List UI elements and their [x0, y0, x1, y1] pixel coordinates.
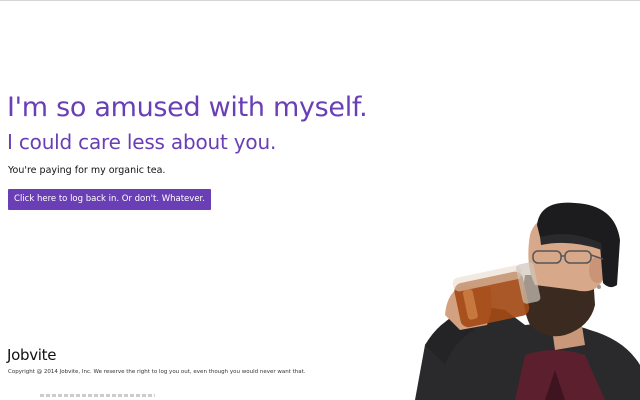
page-tagline: You're paying for my organic tea. — [8, 165, 166, 176]
page-subheadline: I could care less about you. — [7, 130, 277, 154]
logout-page: I'm so amused with myself. I could care … — [0, 0, 640, 400]
top-divider — [0, 0, 640, 1]
man-drinking-tea-photo — [415, 202, 640, 400]
page-headline: I'm so amused with myself. — [7, 92, 368, 123]
cutoff-text-line — [40, 394, 155, 397]
copyright-text: Copyright @ 2014 Jobvite, Inc. We reserv… — [8, 369, 306, 375]
log-back-in-button[interactable]: Click here to log back in. Or don't. Wha… — [8, 189, 211, 210]
jobvite-logo[interactable]: Jobvite — [7, 346, 56, 364]
